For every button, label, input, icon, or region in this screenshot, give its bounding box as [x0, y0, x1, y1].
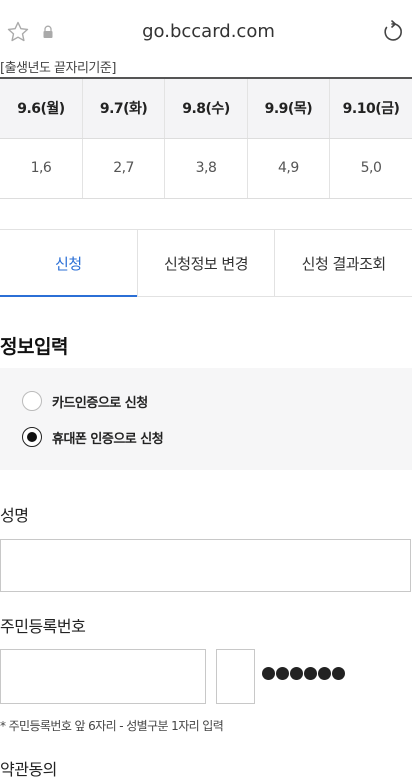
schedule-value-cell: 1,6: [0, 138, 83, 199]
auth-option-phone[interactable]: 휴대폰 인증으로 신청: [22, 426, 164, 448]
schedule-value-cell: 5,0: [329, 138, 412, 199]
schedule-caption: [출생년도 끝자리기준]: [0, 61, 116, 76]
rrn-gender-input[interactable]: [216, 649, 255, 704]
rrn-front-input[interactable]: [0, 649, 206, 704]
schedule-header-cell: 9.6(월): [0, 77, 83, 139]
masked-digit-dot: [290, 667, 303, 680]
name-input[interactable]: [0, 539, 411, 592]
schedule-header-cell: 9.10(금): [329, 77, 412, 139]
terms-agreement-title: 약관동의: [0, 760, 57, 779]
tab-change-info[interactable]: 신청정보 변경: [136, 230, 275, 296]
url-text[interactable]: go.bccard.com: [0, 21, 417, 42]
rrn-masked-digits: [262, 667, 345, 680]
radio-unchecked-icon[interactable]: [22, 391, 42, 411]
masked-digit-dot: [262, 667, 275, 680]
schedule-value-cell: 2,7: [81, 138, 165, 199]
name-label: 성명: [0, 506, 29, 525]
masked-digit-dot: [318, 667, 331, 680]
schedule-header-cell: 9.9(목): [246, 77, 330, 139]
auth-method-group: 카드인증으로 신청 휴대폰 인증으로 신청: [0, 368, 412, 470]
reload-icon[interactable]: [380, 20, 404, 44]
schedule-value-row: 1,6 2,7 3,8 4,9 5,0: [0, 138, 412, 199]
masked-digit-dot: [276, 667, 289, 680]
schedule-header-cell: 9.8(수): [164, 77, 248, 139]
auth-option-card[interactable]: 카드인증으로 신청: [22, 390, 148, 412]
section-title: 정보입력: [0, 336, 68, 358]
tab-check-result[interactable]: 신청 결과조회: [274, 230, 412, 296]
auth-option-label: 휴대폰 인증으로 신청: [52, 431, 164, 447]
schedule-header-cell: 9.7(화): [81, 77, 165, 139]
tab-apply[interactable]: 신청: [0, 230, 137, 297]
masked-digit-dot: [304, 667, 317, 680]
radio-checked-icon[interactable]: [22, 427, 42, 447]
auth-option-label: 카드인증으로 신청: [52, 395, 148, 411]
schedule-table: 9.6(월) 9.7(화) 9.8(수) 9.9(목) 9.10(금) 1,6 …: [0, 77, 412, 199]
schedule-value-cell: 3,8: [164, 138, 248, 199]
schedule-value-cell: 4,9: [246, 138, 330, 199]
schedule-header-row: 9.6(월) 9.7(화) 9.8(수) 9.9(목) 9.10(금): [0, 77, 412, 139]
rrn-note: * 주민등록번호 앞 6자리 - 성별구분 1자리 입력: [0, 719, 224, 733]
browser-url-bar: go.bccard.com: [0, 0, 417, 64]
rrn-label: 주민등록번호: [0, 617, 86, 636]
masked-digit-dot: [332, 667, 345, 680]
tab-bar: 신청 신청정보 변경 신청 결과조회: [0, 229, 412, 297]
